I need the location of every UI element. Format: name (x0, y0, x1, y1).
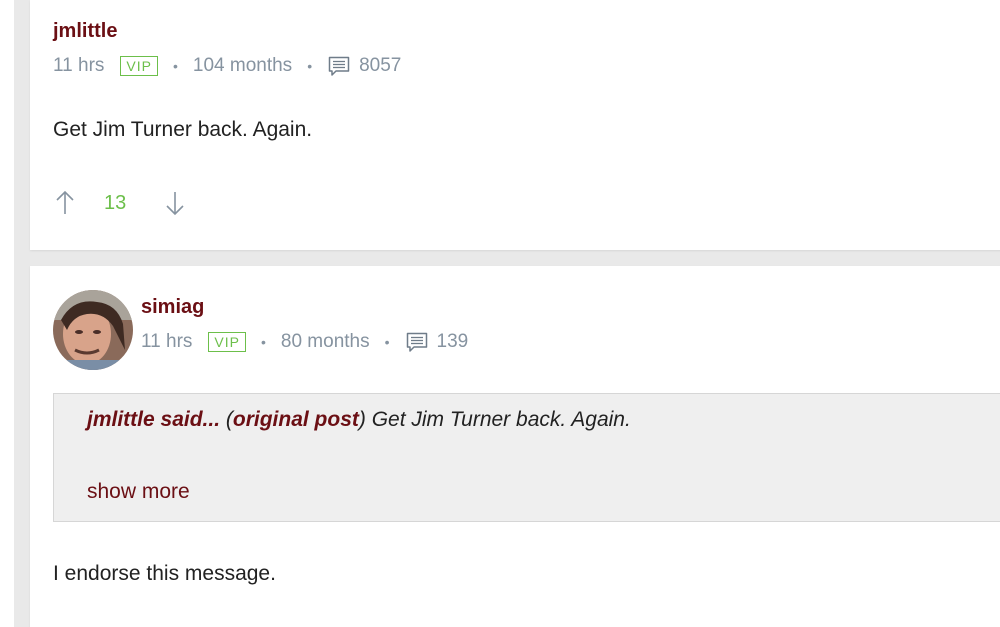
meta-separator: • (260, 334, 266, 350)
comment-bubble-icon (406, 332, 427, 352)
quote-paren-open: ( (220, 408, 233, 431)
arrow-down-icon[interactable] (164, 190, 186, 216)
vote-controls: 13 (54, 190, 186, 216)
quote-author[interactable]: jmlittle said... (87, 408, 220, 431)
member-tenure: 80 months (280, 331, 370, 352)
quote-text: Get Jim Turner back. Again. (365, 408, 631, 431)
comment-meta: 11 hrs VIP • 104 months • 8057 (53, 54, 401, 78)
comment-username[interactable]: simiag (141, 296, 204, 319)
comment-body: I endorse this message. (53, 562, 276, 585)
comment-bubble-icon (328, 56, 350, 76)
quote-paren-close: ) (358, 408, 366, 431)
comment-card: jmlittle 11 hrs VIP • 104 months • 8057 … (30, 0, 1000, 250)
vip-badge: VIP (120, 56, 158, 76)
meta-separator: • (307, 58, 313, 74)
post-count[interactable]: 139 (437, 331, 469, 353)
show-more-link[interactable]: show more (87, 480, 190, 504)
quote-line: jmlittle said... (original post) Get Jim… (87, 408, 631, 432)
arrow-up-icon[interactable] (54, 190, 76, 216)
meta-separator: • (384, 334, 390, 350)
vote-score: 13 (104, 191, 127, 214)
left-border (0, 0, 14, 627)
meta-separator: • (172, 58, 178, 74)
comment-card: simiag 11 hrs VIP • 80 months • 139 jmli… (30, 266, 1000, 627)
post-count[interactable]: 8057 (359, 55, 401, 77)
avatar[interactable] (53, 290, 133, 370)
comment-time: 11 hrs (141, 331, 193, 352)
member-tenure: 104 months (192, 55, 293, 76)
page: jmlittle 11 hrs VIP • 104 months • 8057 … (0, 0, 1000, 627)
vip-badge: VIP (208, 332, 246, 352)
quoted-post: jmlittle said... (original post) Get Jim… (53, 393, 1000, 522)
comment-time: 11 hrs (53, 55, 105, 76)
comment-username[interactable]: jmlittle (53, 20, 117, 43)
original-post-link[interactable]: original post (233, 408, 359, 431)
comment-body: Get Jim Turner back. Again. (53, 118, 313, 141)
comment-meta: 11 hrs VIP • 80 months • 139 (141, 330, 468, 354)
